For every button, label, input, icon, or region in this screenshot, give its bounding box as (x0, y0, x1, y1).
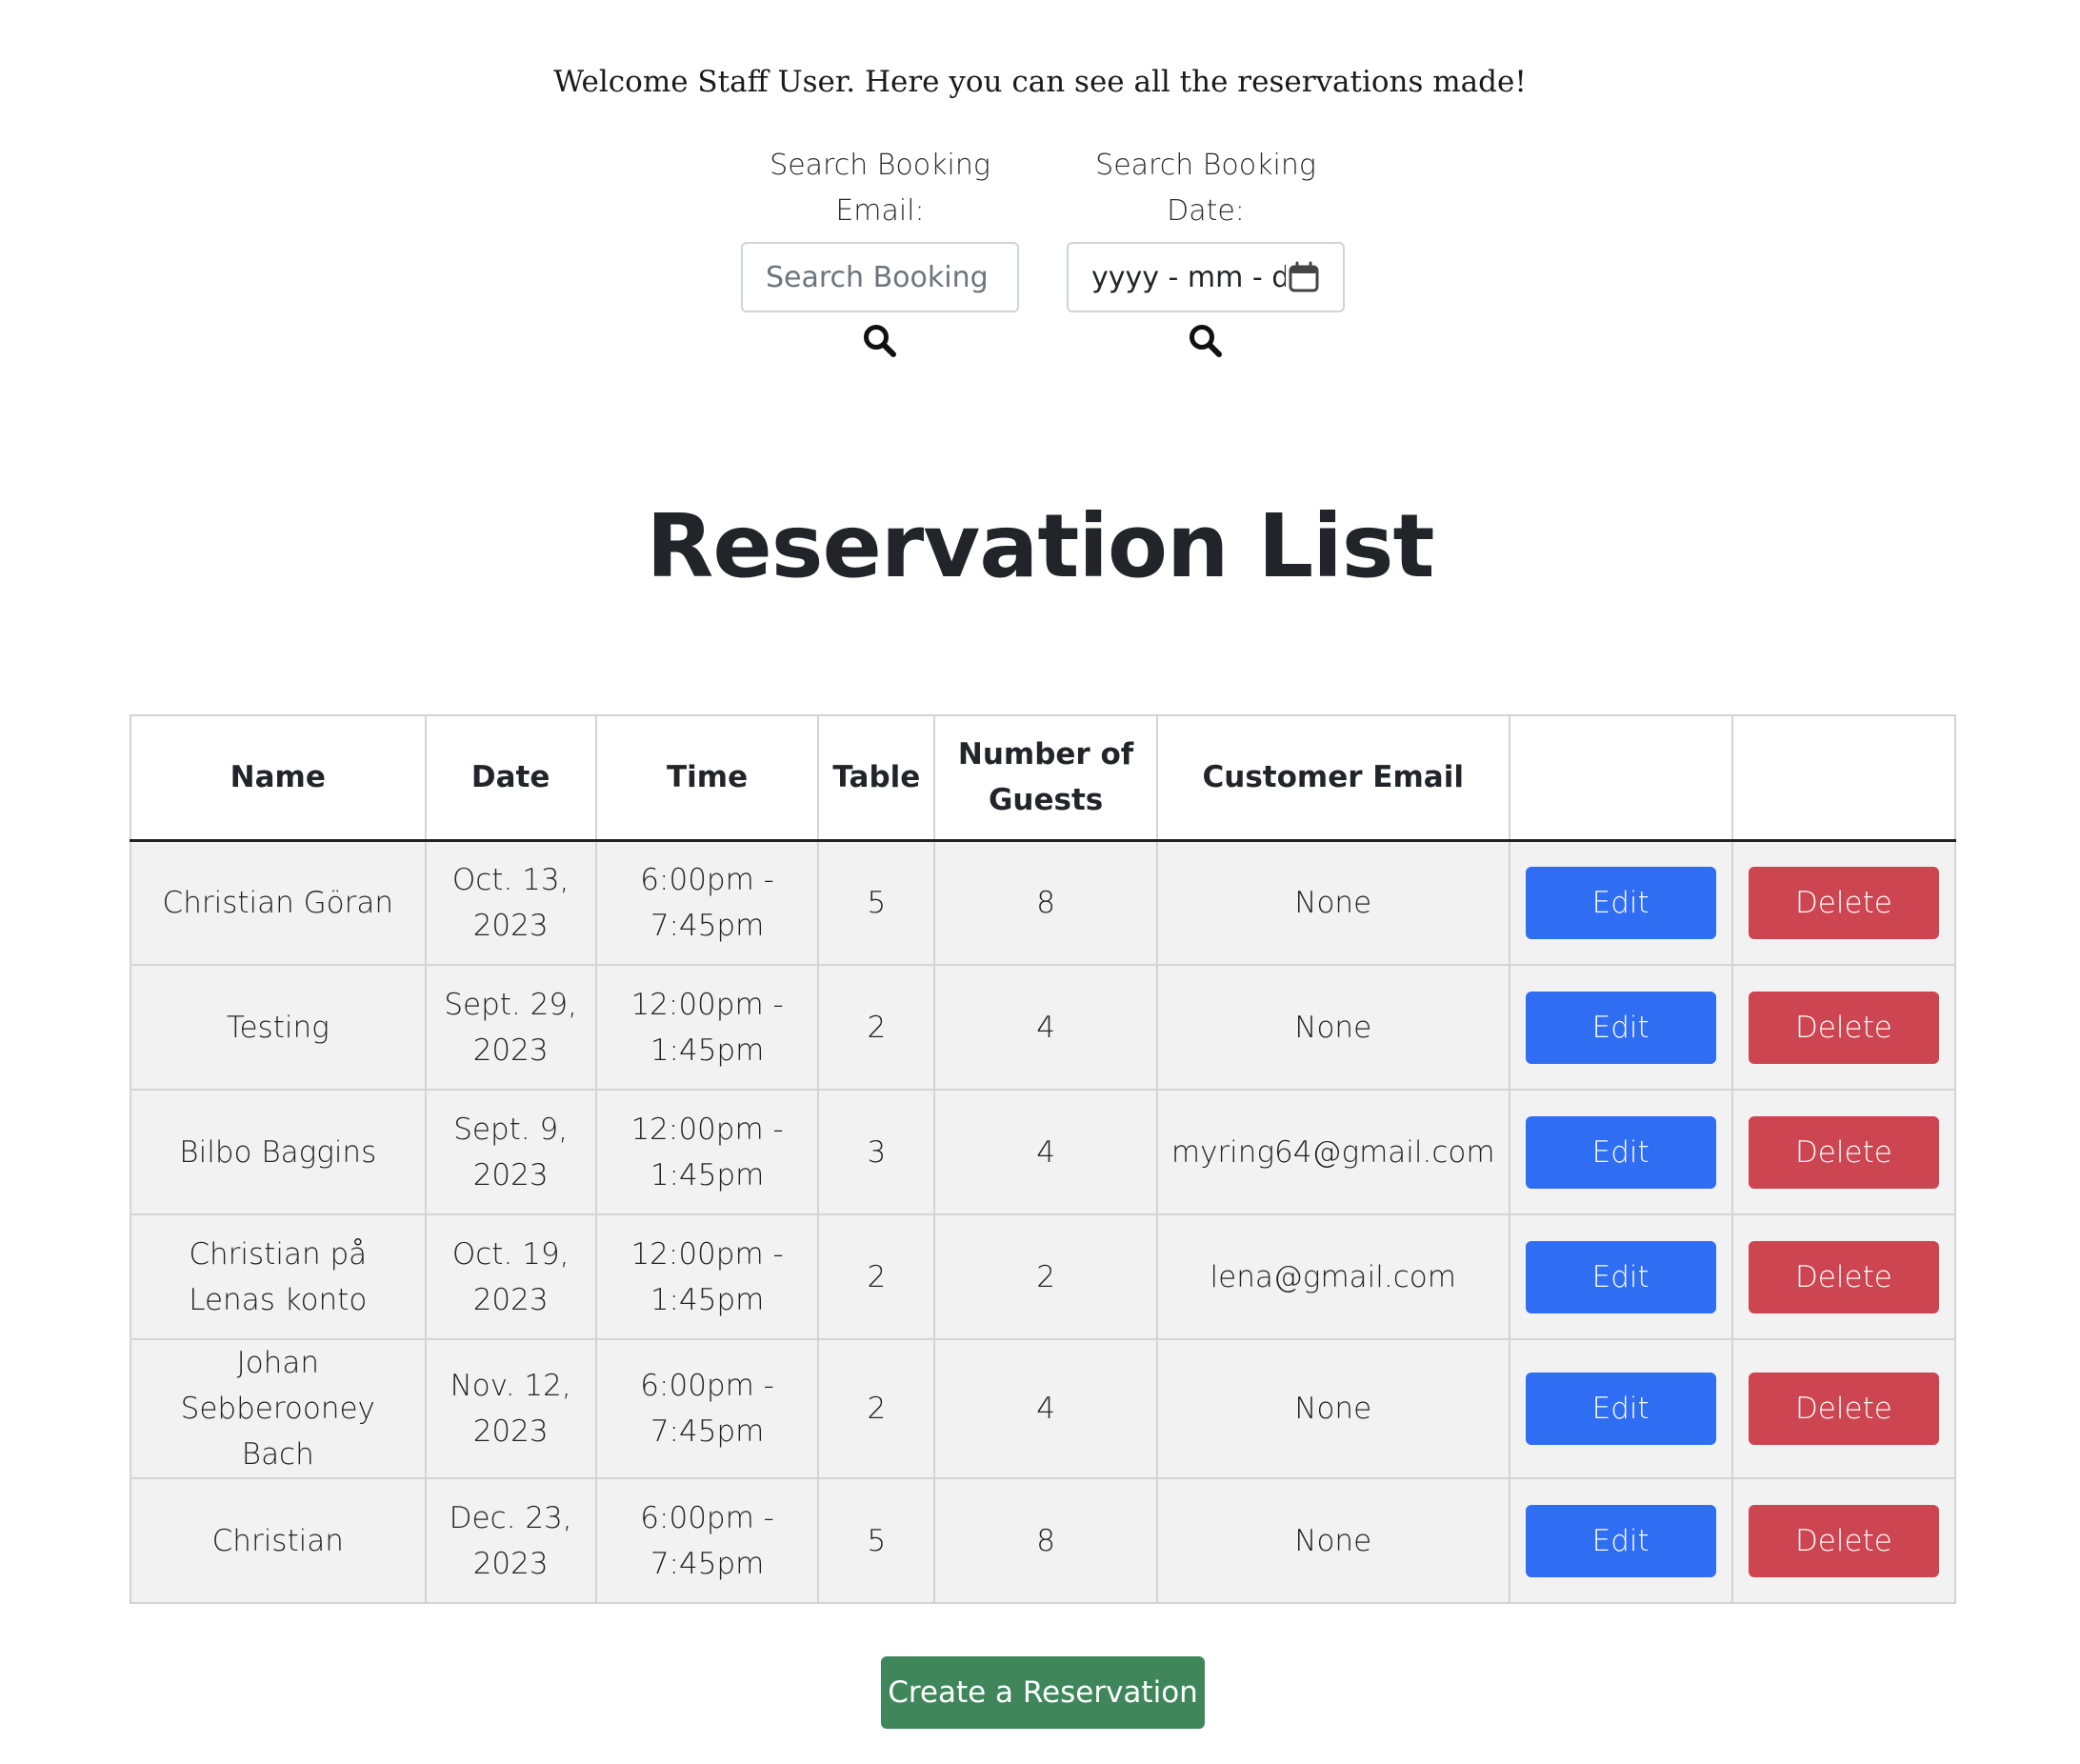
cell-table: 3 (817, 1089, 936, 1215)
date-search-label-line2: Date: (1167, 194, 1245, 228)
cell-time: 12:00pm - 1:45pm (594, 1089, 820, 1215)
cell-table: 5 (817, 1477, 936, 1604)
header-guests-line1: Number of (957, 737, 1134, 772)
cell-date: Oct. 13, 2023 (424, 839, 597, 966)
search-icon[interactable] (1187, 322, 1225, 360)
cell-time: 6:00pm - 7:45pm (594, 839, 820, 966)
table-header-row: Name Date Time Table Number of Guests Cus… (130, 714, 1957, 842)
header-name: Name (130, 714, 427, 842)
welcome-message: Welcome Staff User. Here you can see all… (553, 65, 1527, 99)
reservation-table: Name Date Time Table Number of Guests Cus… (130, 714, 1957, 1604)
cell-table: 2 (817, 964, 936, 1091)
cell-date: Sept. 9, 2023 (424, 1089, 597, 1215)
delete-button[interactable]: Delete (1748, 866, 1939, 939)
header-delete-col (1730, 714, 1957, 842)
cell-guests: 8 (933, 839, 1158, 966)
cell-guests: 4 (933, 964, 1158, 1091)
delete-button[interactable]: Delete (1748, 1504, 1939, 1577)
delete-button[interactable]: Delete (1748, 1240, 1939, 1313)
page-title: Reservation List (646, 495, 1435, 597)
cell-email: None (1155, 1338, 1510, 1479)
header-edit-col (1508, 714, 1733, 842)
date-search-input[interactable]: yyyy - mm - dd (1067, 242, 1345, 312)
cell-name: Bilbo Baggins (130, 1089, 427, 1215)
cell-guests: 4 (933, 1089, 1158, 1215)
cell-delete: Delete (1730, 1338, 1957, 1479)
cell-name: Christian på Lenas konto (130, 1213, 427, 1340)
edit-button[interactable]: Edit (1525, 991, 1716, 1064)
cell-date: Oct. 19, 2023 (424, 1213, 597, 1340)
delete-button[interactable]: Delete (1748, 1373, 1939, 1445)
header-date: Date (424, 714, 597, 842)
cell-name: Johan Sebberooney Bach (130, 1338, 427, 1479)
cell-edit: Edit (1508, 1338, 1733, 1479)
cell-delete: Delete (1730, 839, 1957, 966)
search-icon[interactable] (861, 322, 899, 360)
cell-edit: Edit (1508, 1477, 1733, 1604)
cell-guests: 2 (933, 1213, 1158, 1340)
cell-table: 2 (817, 1338, 936, 1479)
cell-delete: Delete (1730, 1477, 1957, 1604)
date-search-group: Search Booking Date: yyyy - mm - dd (1063, 143, 1349, 364)
edit-button[interactable]: Edit (1525, 1504, 1716, 1577)
cell-edit: Edit (1508, 839, 1733, 966)
cell-time: 12:00pm - 1:45pm (594, 964, 820, 1091)
cell-delete: Delete (1730, 1213, 1957, 1340)
page: Welcome Staff User. Here you can see all… (0, 0, 2080, 1764)
cell-name: Christian (130, 1477, 427, 1604)
date-search-value: yyyy - mm - dd (1091, 260, 1286, 294)
cell-delete: Delete (1730, 1089, 1957, 1215)
cell-time: 6:00pm - 7:45pm (594, 1477, 820, 1604)
cell-email: None (1155, 964, 1510, 1091)
table-row: Christian Dec. 23, 2023 6:00pm - 7:45pm 5 8 N… (130, 1477, 1957, 1604)
table-row: Christian på Lenas konto Oct. 19, 2023 12:… (130, 1213, 1957, 1340)
edit-button[interactable]: Edit (1525, 866, 1716, 939)
delete-button[interactable]: Delete (1748, 991, 1939, 1064)
header-table: Table (817, 714, 936, 842)
cell-table: 5 (817, 839, 936, 966)
header-email: Customer Email (1155, 714, 1510, 842)
table-row: Testing Sept. 29, 2023 12:00pm - 1:45pm 2 4 N… (130, 964, 1957, 1091)
email-search-field[interactable] (741, 242, 1019, 312)
edit-button[interactable]: Edit (1525, 1373, 1716, 1445)
create-reservation-button[interactable]: Create a Reservation (881, 1656, 1205, 1729)
table-row: Johan Sebberooney Bach Nov. 12, 2023 6:00p… (130, 1338, 1957, 1479)
header-time: Time (594, 714, 820, 842)
table-row: Bilbo Baggins Sept. 9, 2023 12:00pm - 1:45… (130, 1089, 1957, 1215)
cell-time: 12:00pm - 1:45pm (594, 1213, 820, 1340)
cell-date: Nov. 12, 2023 (424, 1338, 597, 1479)
cell-date: Dec. 23, 2023 (424, 1477, 597, 1604)
cell-table: 2 (817, 1213, 936, 1340)
cell-time: 6:00pm - 7:45pm (594, 1338, 820, 1479)
cell-edit: Edit (1508, 964, 1733, 1091)
edit-button[interactable]: Edit (1525, 1115, 1716, 1189)
cell-name: Christian Göran (130, 839, 427, 966)
date-search-label-line1: Search Booking (1095, 149, 1316, 182)
header-guests-line2: Guests (988, 783, 1104, 818)
cell-guests: 8 (933, 1477, 1158, 1604)
cell-edit: Edit (1508, 1213, 1733, 1340)
cell-date: Sept. 29, 2023 (424, 964, 597, 1091)
email-search-label-line1: Search Booking (770, 149, 990, 182)
cell-email: None (1155, 839, 1510, 966)
cell-guests: 4 (933, 1338, 1158, 1479)
cell-delete: Delete (1730, 964, 1957, 1091)
calendar-icon[interactable] (1288, 261, 1320, 293)
delete-button[interactable]: Delete (1748, 1115, 1939, 1189)
cell-email: None (1155, 1477, 1510, 1604)
email-search-label-line2: Email: (835, 194, 925, 228)
edit-button[interactable]: Edit (1525, 1240, 1716, 1313)
header-guests: Number of Guests (933, 714, 1158, 842)
email-search-input[interactable] (766, 260, 994, 294)
email-search-group: Search Booking Email: (737, 143, 1023, 364)
cell-email: myring64@gmail.com (1155, 1089, 1510, 1215)
cell-name: Testing (130, 964, 427, 1091)
table-row: Christian Göran Oct. 13, 2023 6:00pm - 7:4… (130, 839, 1957, 966)
cell-email: lena@gmail.com (1155, 1213, 1510, 1340)
cell-edit: Edit (1508, 1089, 1733, 1215)
